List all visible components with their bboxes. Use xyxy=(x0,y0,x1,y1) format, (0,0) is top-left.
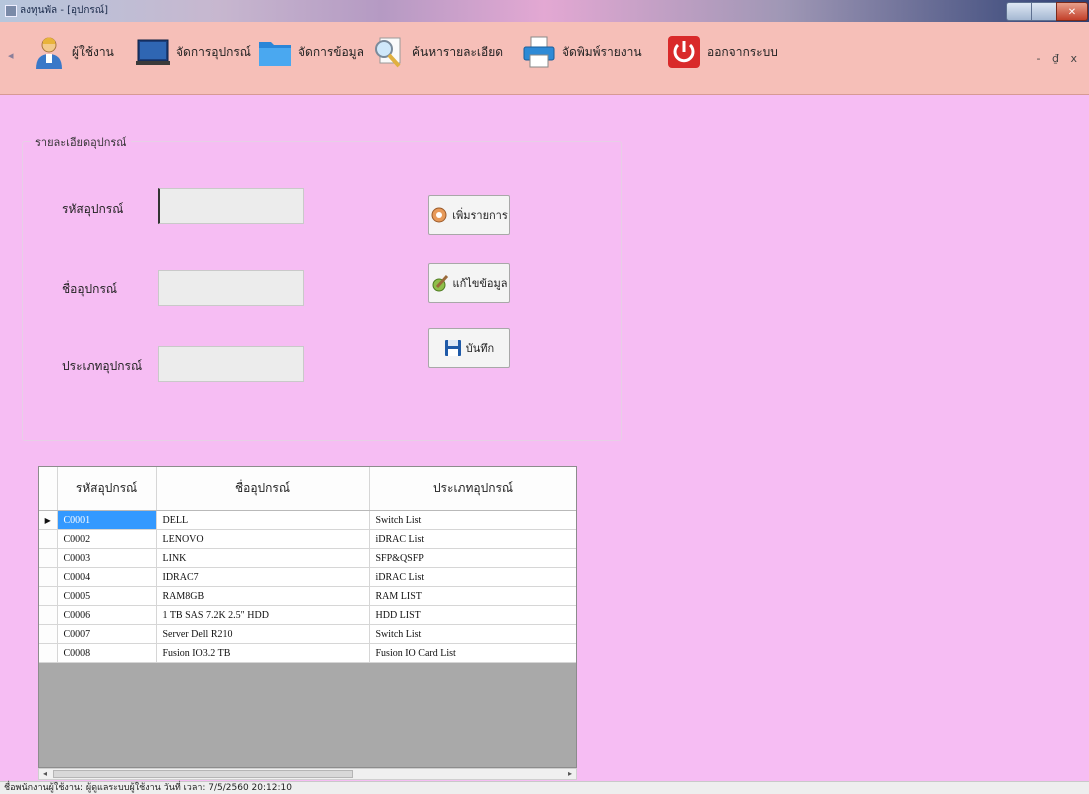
menu-label: จัดการอุปกรณ์ xyxy=(176,44,251,59)
column-header-equipment-type[interactable]: ประเภทอุปกรณ์ xyxy=(369,467,576,511)
group-legend: รายละเอียดอุปกรณ์ xyxy=(31,133,131,151)
power-icon xyxy=(668,36,700,68)
menu-label: จัดพิมพ์รายงาน xyxy=(562,44,642,59)
cell-equipment-type[interactable]: Switch List xyxy=(369,510,576,530)
column-header-equipment-name[interactable]: ชื่ออุปกรณ์ xyxy=(156,467,370,511)
cell-equipment-name[interactable]: 1 TB SAS 7.2K 2.5" HDD xyxy=(156,605,370,625)
menu-item-logout[interactable]: ออกจากระบบ xyxy=(667,30,778,74)
laptop-icon xyxy=(136,39,170,65)
edit-data-button[interactable]: แก้ไขข้อมูล xyxy=(428,263,510,303)
menu-item-search[interactable]: ค้นหารายละเอียด xyxy=(372,30,503,74)
table-row[interactable]: C0007 Server Dell R210 Switch List xyxy=(39,624,576,644)
cell-equipment-type[interactable]: SFP&QSFP xyxy=(369,548,576,568)
equipment-id-input[interactable] xyxy=(158,188,304,224)
close-icon: ✕ xyxy=(1067,7,1077,18)
table-row[interactable]: ▶ C0001 DELL Switch List xyxy=(39,510,576,530)
grid-corner[interactable] xyxy=(39,467,58,511)
equipment-type-label: ประเภทอุปกรณ์ xyxy=(62,359,143,373)
cell-equipment-type[interactable]: RAM LIST xyxy=(369,586,576,606)
table-row[interactable]: C0004 IDRAC7 iDRAC List xyxy=(39,567,576,587)
cell-equipment-name[interactable]: Server Dell R210 xyxy=(156,624,370,644)
cell-equipment-name[interactable]: RAM8GB xyxy=(156,586,370,606)
menu-label: จัดการข้อมูล xyxy=(298,44,364,59)
row-header[interactable] xyxy=(39,605,58,625)
equipment-grid[interactable]: รหัสอุปกรณ์ ชื่ออุปกรณ์ ประเภทอุปกรณ์ ▶ … xyxy=(38,466,577,768)
cell-equipment-id[interactable]: C0003 xyxy=(57,548,157,568)
menu-item-report[interactable]: จัดพิมพ์รายงาน xyxy=(522,30,642,74)
cell-equipment-id[interactable]: C0007 xyxy=(57,624,157,644)
menu-label: ค้นหารายละเอียด xyxy=(412,44,504,59)
save-icon xyxy=(444,340,461,356)
cell-equipment-name[interactable]: DELL xyxy=(156,510,370,530)
cell-equipment-id[interactable]: C0001 xyxy=(57,510,157,530)
cell-equipment-id[interactable]: C0004 xyxy=(57,567,157,587)
equipment-id-label: รหัสอุปกรณ์ xyxy=(62,202,124,216)
app-icon xyxy=(5,5,17,17)
save-label: บันทึก xyxy=(465,342,495,355)
row-header[interactable] xyxy=(39,548,58,568)
grid-header-row: รหัสอุปกรณ์ ชื่ออุปกรณ์ ประเภทอุปกรณ์ xyxy=(39,467,576,511)
add-item-label: เพิ่มรายการ xyxy=(452,209,508,222)
edit-data-label: แก้ไขข้อมูล xyxy=(452,277,508,290)
table-row[interactable]: C0008 Fusion IO3.2 TB Fusion IO Card Lis… xyxy=(39,643,576,663)
status-bar: ชื่อพนักงานผู้ใช้งาน: ผู้ดูแลระบบผู้ใช้ง… xyxy=(0,781,1089,794)
window-title: ลงทุนพัล - [อุปกรณ์] xyxy=(20,5,108,16)
cell-equipment-type[interactable]: Switch List xyxy=(369,624,576,644)
cell-equipment-type[interactable]: HDD LIST xyxy=(369,605,576,625)
edit-icon xyxy=(432,274,448,292)
menu-bar: ◂ ผู้ใช้งาน จัดการอุปกรณ์ จัดการข้อมูล ค… xyxy=(0,22,1089,95)
menu-item-equipment[interactable]: จัดการอุปกรณ์ xyxy=(136,30,251,74)
cell-equipment-id[interactable]: C0006 xyxy=(57,605,157,625)
row-header[interactable] xyxy=(39,529,58,549)
equipment-name-label: ชื่ออุปกรณ์ xyxy=(62,282,118,296)
table-row[interactable]: C0006 1 TB SAS 7.2K 2.5" HDD HDD LIST xyxy=(39,605,576,625)
cell-equipment-id[interactable]: C0008 xyxy=(57,643,157,663)
title-bar: ลงทุนพัล - [อุปกรณ์] ✕ xyxy=(0,0,1089,22)
search-icon xyxy=(375,37,401,68)
add-icon xyxy=(431,207,447,223)
table-row[interactable]: C0003 LINK SFP&QSFP xyxy=(39,548,576,568)
row-header[interactable] xyxy=(39,586,58,606)
close-button[interactable]: ✕ xyxy=(1056,2,1088,21)
grid-horizontal-scrollbar[interactable]: ◂ ▸ xyxy=(38,768,577,780)
equipment-type-input[interactable] xyxy=(158,346,304,382)
table-row[interactable]: C0002 LENOVO iDRAC List xyxy=(39,529,576,549)
row-header[interactable] xyxy=(39,624,58,644)
minimize-button[interactable] xyxy=(1006,2,1032,21)
cell-equipment-type[interactable]: iDRAC List xyxy=(369,567,576,587)
scroll-thumb[interactable] xyxy=(53,770,353,778)
cell-equipment-name[interactable]: LENOVO xyxy=(156,529,370,549)
scroll-right-icon[interactable]: ▸ xyxy=(564,769,576,779)
cell-equipment-name[interactable]: LINK xyxy=(156,548,370,568)
maximize-button[interactable] xyxy=(1031,2,1057,21)
cell-equipment-id[interactable]: C0005 xyxy=(57,586,157,606)
cell-equipment-type[interactable]: Fusion IO Card List xyxy=(369,643,576,663)
add-item-button[interactable]: เพิ่มรายการ xyxy=(428,195,510,235)
menu-item-data[interactable]: จัดการข้อมูล xyxy=(258,30,364,74)
cell-equipment-name[interactable]: IDRAC7 xyxy=(156,567,370,587)
equipment-name-input[interactable] xyxy=(158,270,304,306)
user-icon xyxy=(36,37,62,69)
cell-equipment-type[interactable]: iDRAC List xyxy=(369,529,576,549)
mdi-window-controls[interactable]: - ₫ x xyxy=(1037,52,1081,65)
column-header-equipment-id[interactable]: รหัสอุปกรณ์ xyxy=(57,467,157,511)
save-button[interactable]: บันทึก xyxy=(428,328,510,368)
row-header[interactable] xyxy=(39,567,58,587)
mdi-child-icon[interactable]: ◂ xyxy=(8,49,22,63)
printer-icon xyxy=(523,36,555,68)
folder-icon xyxy=(259,42,291,66)
menu-label: ผู้ใช้งาน xyxy=(72,44,114,59)
status-text: ชื่อพนักงานผู้ใช้งาน: ผู้ดูแลระบบผู้ใช้ง… xyxy=(4,783,292,793)
cell-equipment-id[interactable]: C0002 xyxy=(57,529,157,549)
row-header[interactable] xyxy=(39,643,58,663)
menu-item-users[interactable]: ผู้ใช้งาน xyxy=(32,30,114,74)
cell-equipment-name[interactable]: Fusion IO3.2 TB xyxy=(156,643,370,663)
scroll-left-icon[interactable]: ◂ xyxy=(39,769,51,779)
table-row[interactable]: C0005 RAM8GB RAM LIST xyxy=(39,586,576,606)
menu-label: ออกจากระบบ xyxy=(707,44,778,59)
row-header-current-icon[interactable]: ▶ xyxy=(39,510,58,530)
